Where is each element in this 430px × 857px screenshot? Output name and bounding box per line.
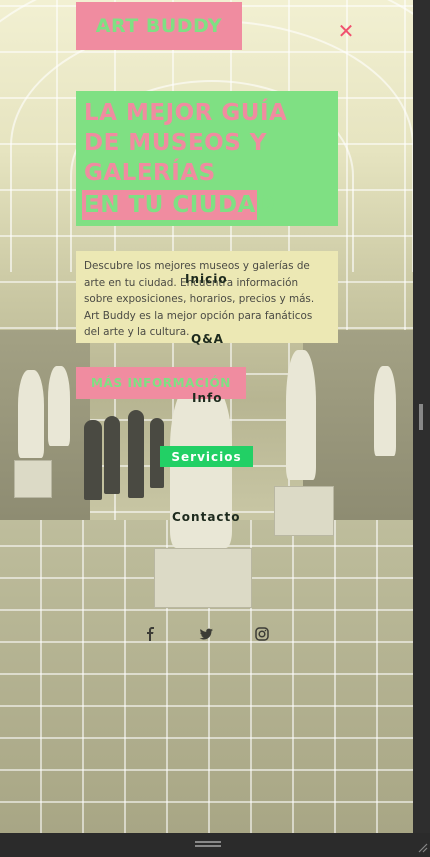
description-text: Descubre los mejores museos y galerías d… bbox=[84, 260, 315, 338]
nav-item-servicios-label: Servicios bbox=[171, 449, 242, 464]
hero-title-line-1: LA MEJOR GUÍA bbox=[84, 100, 288, 126]
nav-item-info[interactable]: Info bbox=[192, 391, 222, 405]
instagram-icon[interactable] bbox=[254, 626, 270, 642]
nav-item-servicios[interactable]: Servicios bbox=[160, 446, 253, 467]
more-info-label: MÁS INFORMACIÓN bbox=[91, 376, 231, 390]
close-icon[interactable]: ✕ bbox=[336, 20, 356, 42]
logo-text: ART BUDDY bbox=[95, 15, 223, 37]
vertical-resize-handle[interactable] bbox=[419, 404, 423, 430]
page-viewport: ART BUDDY ✕ LA MEJOR GUÍA DE MUSEOS Y GA… bbox=[0, 0, 413, 833]
nav-item-qa[interactable]: Q&A bbox=[191, 332, 224, 346]
nav-item-contacto[interactable]: Contacto bbox=[172, 510, 241, 524]
horizontal-resize-handle[interactable] bbox=[195, 841, 221, 847]
logo[interactable]: ART BUDDY bbox=[76, 2, 242, 50]
facebook-icon[interactable] bbox=[143, 626, 159, 642]
hero-title-line-2: DE MUSEOS Y bbox=[84, 130, 267, 156]
twitter-icon[interactable] bbox=[198, 626, 214, 642]
hero-title-line-4: EN TU CIUDAD bbox=[84, 192, 276, 218]
hero-title-line-3: GALERÍAS bbox=[84, 160, 216, 186]
nav-item-inicio[interactable]: Inicio bbox=[185, 272, 228, 286]
resize-corner-icon[interactable] bbox=[416, 838, 428, 853]
